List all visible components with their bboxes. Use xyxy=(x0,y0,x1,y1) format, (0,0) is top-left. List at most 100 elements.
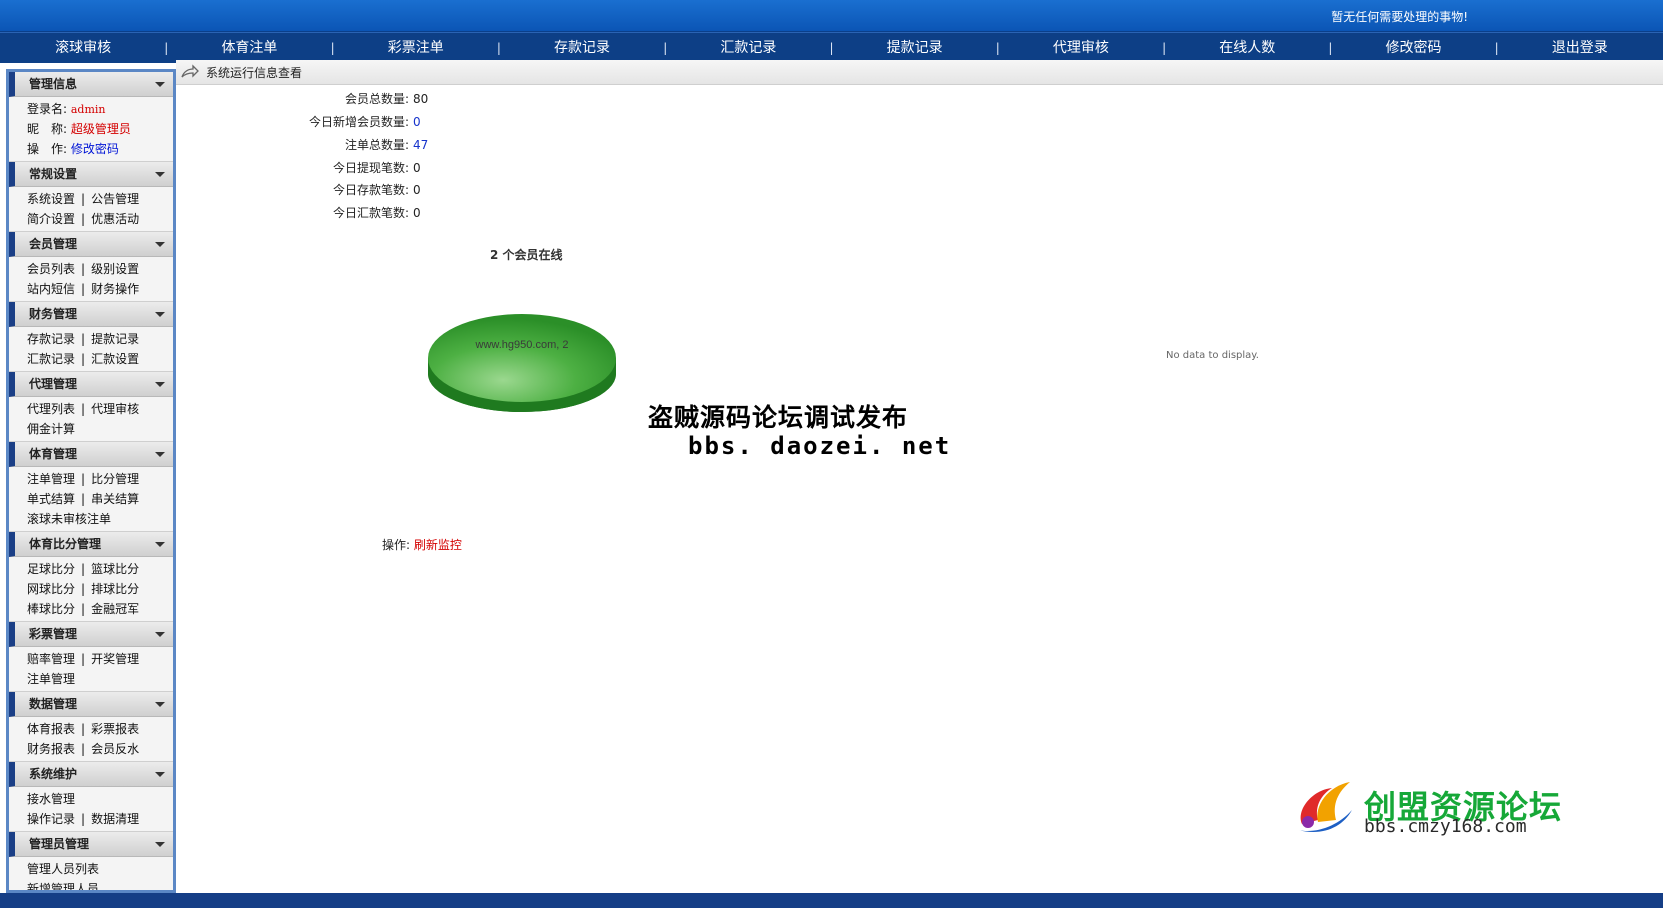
sidebar-link[interactable]: 单式结算 xyxy=(27,492,75,506)
sidebar-link-row: 网球比分 | 排球比分 xyxy=(27,579,173,599)
chevron-down-icon[interactable] xyxy=(155,82,165,87)
sidebar-link-row: 会员列表 | 级别设置 xyxy=(27,259,173,279)
sidebar-link[interactable]: 金融冠军 xyxy=(91,602,139,616)
nav-item[interactable]: 存款记录 xyxy=(497,33,665,63)
chevron-down-icon[interactable] xyxy=(155,382,165,387)
chevron-down-icon[interactable] xyxy=(155,702,165,707)
refresh-monitor-link[interactable]: 刷新监控 xyxy=(414,538,462,552)
sidebar-link[interactable]: 财务操作 xyxy=(91,282,139,296)
link-separator: | xyxy=(81,602,86,616)
sidebar-link[interactable]: 站内短信 xyxy=(27,282,75,296)
sidebar-link[interactable]: 新增管理人员 xyxy=(27,882,99,890)
nick-label: 昵 称: xyxy=(27,122,68,136)
sidebar-link[interactable]: 佣金计算 xyxy=(27,422,75,436)
sidebar-section-header[interactable]: 管理员管理 xyxy=(9,832,173,857)
op-row: 操 作: 修改密码 xyxy=(27,139,173,159)
nav-item[interactable]: 体育注单 xyxy=(164,33,332,63)
sidebar-link[interactable]: 存款记录 xyxy=(27,332,75,346)
sidebar-link[interactable]: 篮球比分 xyxy=(91,562,139,576)
sidebar-section-body: 代理列表 | 代理审核佣金计算 xyxy=(9,397,173,442)
stat-row: 今日新增会员数量: 0 xyxy=(176,111,421,133)
sidebar-link[interactable]: 级别设置 xyxy=(91,262,139,276)
chevron-down-icon[interactable] xyxy=(155,452,165,457)
nav-item[interactable]: 滚球审核 xyxy=(0,33,166,63)
sidebar-link-row: 新增管理人员 xyxy=(27,879,173,890)
sidebar-section-header[interactable]: 财务管理 xyxy=(9,302,173,327)
sidebar-section-header[interactable]: 体育管理 xyxy=(9,442,173,467)
chevron-down-icon[interactable] xyxy=(155,312,165,317)
sidebar-section-header[interactable]: 常规设置 xyxy=(9,162,173,187)
sidebar-link[interactable]: 比分管理 xyxy=(91,472,139,486)
nav-item[interactable]: 提款记录 xyxy=(829,33,997,63)
sidebar-link-row: 棒球比分 | 金融冠军 xyxy=(27,599,173,619)
chevron-down-icon[interactable] xyxy=(155,772,165,777)
chevron-down-icon[interactable] xyxy=(155,542,165,547)
sidebar-link[interactable]: 代理审核 xyxy=(91,402,139,416)
nav-item[interactable]: 在线人数 xyxy=(1162,33,1330,63)
sidebar-link[interactable]: 系统设置 xyxy=(27,192,75,206)
sidebar-link[interactable]: 代理列表 xyxy=(27,402,75,416)
section-title: 体育比分管理 xyxy=(29,537,102,551)
link-separator: | xyxy=(81,812,86,826)
operation-row: 操作: 刷新监控 xyxy=(382,536,462,553)
sidebar-section-body: 系统设置 | 公告管理 简介设置 | 优惠活动 xyxy=(9,187,173,232)
sidebar-link[interactable]: 数据清理 xyxy=(91,812,139,826)
sidebar-link[interactable]: 彩票报表 xyxy=(91,722,139,736)
nav-item[interactable]: 汇款记录 xyxy=(663,33,831,63)
stat-label: 今日存款笔数: xyxy=(332,183,409,197)
sidebar-section-header[interactable]: 系统维护 xyxy=(9,762,173,787)
sidebar-link[interactable]: 会员反水 xyxy=(91,742,139,756)
chevron-down-icon[interactable] xyxy=(155,632,165,637)
section-title: 会员管理 xyxy=(29,237,78,251)
sidebar-link[interactable]: 简介设置 xyxy=(27,212,75,226)
sidebar-link[interactable]: 注单管理 xyxy=(27,472,75,486)
sidebar-link[interactable]: 体育报表 xyxy=(27,722,75,736)
sidebar-section-admin-info[interactable]: 管理信息 xyxy=(9,72,173,97)
sidebar-link[interactable]: 公告管理 xyxy=(91,192,139,206)
sidebar-link[interactable]: 会员列表 xyxy=(27,262,75,276)
back-arrow-icon xyxy=(181,64,199,78)
sidebar-link[interactable]: 优惠活动 xyxy=(91,212,139,226)
sidebar-section-header[interactable]: 会员管理 xyxy=(9,232,173,257)
sidebar-section-header[interactable]: 数据管理 xyxy=(9,692,173,717)
sidebar-link[interactable]: 足球比分 xyxy=(27,562,75,576)
nick-value: 超级管理员 xyxy=(70,122,131,136)
sidebar-link[interactable]: 操作记录 xyxy=(27,812,75,826)
sidebar-section-body: 足球比分 | 篮球比分网球比分 | 排球比分 棒球比分 | 金融冠军 xyxy=(9,557,173,622)
change-password-link[interactable]: 修改密码 xyxy=(71,142,119,156)
sidebar-link[interactable]: 财务报表 xyxy=(27,742,75,756)
sidebar-link[interactable]: 网球比分 xyxy=(27,582,75,596)
sidebar-link[interactable]: 汇款记录 xyxy=(27,352,75,366)
chevron-down-icon[interactable] xyxy=(155,842,165,847)
sidebar-link[interactable]: 接水管理 xyxy=(27,792,75,806)
nav-item[interactable]: 代理审核 xyxy=(996,33,1164,63)
sidebar-link[interactable]: 汇款设置 xyxy=(91,352,139,366)
sidebar-link[interactable]: 滚球未审核注单 xyxy=(27,512,111,526)
sidebar-link[interactable]: 串关结算 xyxy=(91,492,139,506)
sidebar-link[interactable]: 管理人员列表 xyxy=(27,862,99,876)
sidebar-section-body: 注单管理 | 比分管理 单式结算 | 串关结算 滚球未审核注单 xyxy=(9,467,173,532)
sidebar-link-row: 操作记录 | 数据清理 xyxy=(27,809,173,829)
sidebar-link[interactable]: 开奖管理 xyxy=(91,652,139,666)
section-title: 管理信息 xyxy=(29,77,78,91)
nav-item[interactable]: 退出登录 xyxy=(1495,33,1663,63)
sidebar-link[interactable]: 注单管理 xyxy=(27,672,75,686)
sidebar-link-row: 注单管理 xyxy=(27,669,173,689)
link-separator: | xyxy=(81,402,86,416)
link-separator: | xyxy=(81,742,86,756)
sidebar-link[interactable]: 提款记录 xyxy=(91,332,139,346)
sidebar-link[interactable]: 赔率管理 xyxy=(27,652,75,666)
sidebar-link-row: 存款记录 | 提款记录 xyxy=(27,329,173,349)
sidebar-link[interactable]: 棒球比分 xyxy=(27,602,75,616)
sidebar-section-header[interactable]: 彩票管理 xyxy=(9,622,173,647)
chevron-down-icon[interactable] xyxy=(155,172,165,177)
sidebar-sections: 常规设置 系统设置 | 公告管理 简介设置 | 优惠活动 会员管理 会员列表 | 级别设置 站内短信 |… xyxy=(9,162,173,890)
sidebar-link[interactable]: 排球比分 xyxy=(91,582,139,596)
sidebar-section-header[interactable]: 代理管理 xyxy=(9,372,173,397)
chevron-down-icon[interactable] xyxy=(155,242,165,247)
nav-item[interactable]: 彩票注单 xyxy=(331,33,499,63)
sidebar-section-header[interactable]: 体育比分管理 xyxy=(9,532,173,557)
sidebar-link-row: 注单管理 | 比分管理 xyxy=(27,469,173,489)
link-separator: | xyxy=(81,722,86,736)
nav-item[interactable]: 修改密码 xyxy=(1328,33,1496,63)
